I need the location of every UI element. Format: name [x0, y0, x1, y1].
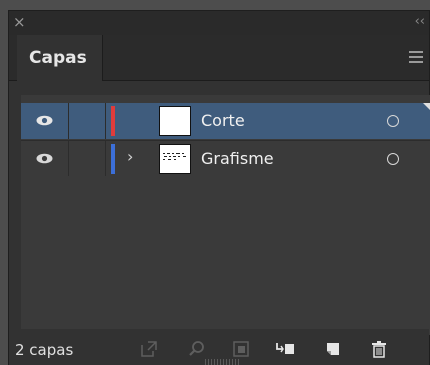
tab-bar: Capas: [9, 35, 429, 81]
new-layer-icon[interactable]: [323, 339, 343, 359]
close-icon[interactable]: ×: [13, 13, 26, 31]
resize-grip[interactable]: [205, 359, 241, 365]
panel-menu-icon[interactable]: [409, 51, 423, 66]
tab-label: Capas: [29, 48, 87, 68]
layer-row-grafisme[interactable]: › Grafisme: [21, 140, 430, 176]
clipping-mask-icon[interactable]: [231, 339, 251, 359]
layer-thumbnail: [159, 144, 191, 174]
target-circle-icon[interactable]: [387, 115, 399, 127]
layer-color-indicator: [111, 106, 115, 136]
new-sublayer-icon[interactable]: [275, 339, 295, 359]
layer-color-indicator: [111, 144, 115, 174]
trash-icon[interactable]: [369, 339, 389, 359]
layer-name[interactable]: Corte: [201, 111, 245, 130]
locate-object-icon[interactable]: [187, 339, 207, 359]
layer-count: 2 capas: [15, 341, 74, 359]
target-circle-icon[interactable]: [387, 153, 399, 165]
collapse-panel-icon[interactable]: ‹‹: [415, 13, 425, 31]
panel-footer: 2 capas: [9, 329, 429, 365]
export-icon[interactable]: [139, 339, 159, 359]
panel-title-bar: × ‹‹: [9, 11, 429, 35]
layer-thumbnail: [159, 106, 191, 136]
layer-name[interactable]: Grafisme: [201, 149, 274, 168]
thumbnail-pattern: [163, 153, 186, 160]
expand-chevron-icon[interactable]: ›: [127, 147, 133, 166]
layer-row-corte[interactable]: Corte: [21, 103, 430, 139]
layers-panel: × ‹‹ Capas Corte › Grafisme 2 capas: [8, 10, 430, 365]
visibility-eye-icon[interactable]: [36, 153, 53, 164]
layer-list: Corte › Grafisme: [21, 95, 430, 335]
tab-capas[interactable]: Capas: [17, 35, 103, 81]
selected-art-indicator: [423, 103, 430, 113]
visibility-eye-icon[interactable]: [36, 115, 53, 126]
